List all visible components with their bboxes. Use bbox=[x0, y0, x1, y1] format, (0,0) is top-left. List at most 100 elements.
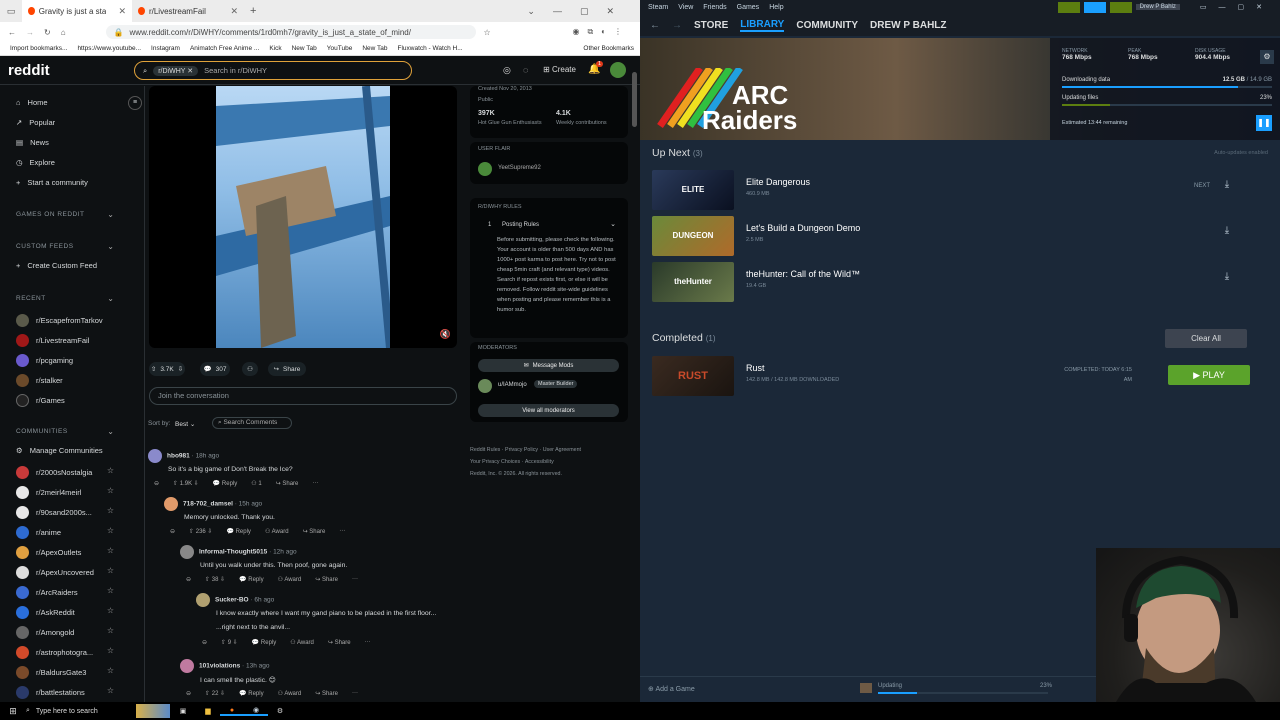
more-options-icon[interactable]: ··· bbox=[339, 528, 345, 535]
favorite-star-icon[interactable]: ☆ bbox=[107, 486, 114, 495]
bookmark-item[interactable]: Import bookmarks... bbox=[10, 45, 67, 52]
footer-link[interactable]: Accessibility bbox=[525, 459, 554, 465]
reply-button[interactable]: 💬 Reply bbox=[239, 576, 263, 583]
sidebar-item-start-community[interactable]: + Start a community bbox=[16, 178, 88, 187]
nav-profile[interactable]: DREW P BAHLZ bbox=[870, 20, 946, 31]
collapse-icon[interactable]: ⊖ bbox=[202, 639, 207, 646]
explorer-icon[interactable]: ▆ bbox=[196, 707, 220, 715]
message-mods-button[interactable]: ✉ Message Mods bbox=[478, 359, 619, 372]
mute-icon[interactable]: 🔇 bbox=[440, 329, 451, 340]
recent-item[interactable]: r/Games bbox=[16, 394, 65, 407]
collapse-icon[interactable]: ⊖ bbox=[154, 480, 159, 487]
tab-livestreamfail[interactable]: r/LivestreamFail ✕ bbox=[132, 0, 244, 22]
more-options-icon[interactable]: ··· bbox=[352, 690, 358, 697]
video-player[interactable]: 🔇 bbox=[149, 86, 457, 348]
games-header[interactable]: GAMES ON REDDIT bbox=[16, 211, 85, 218]
award-button[interactable]: ⚇ Award bbox=[278, 576, 302, 583]
favorite-star-icon[interactable]: ☆ bbox=[107, 606, 114, 615]
favorite-star-icon[interactable]: ☆ bbox=[107, 506, 114, 515]
award-button[interactable]: ⚇ Award bbox=[265, 528, 289, 535]
manage-communities[interactable]: ⚙ Manage Communities bbox=[16, 446, 103, 455]
menu-item[interactable]: Games bbox=[737, 4, 760, 11]
bookmark-item[interactable]: YouTube bbox=[327, 45, 353, 52]
bookmark-item[interactable]: Other Bookmarks bbox=[583, 45, 634, 52]
nav-library[interactable]: LIBRARY bbox=[740, 19, 785, 32]
footer-link[interactable]: User Agreement bbox=[543, 447, 581, 453]
menu-item[interactable]: Steam bbox=[648, 4, 668, 11]
share-button[interactable]: ↪ Share bbox=[315, 576, 338, 583]
chevron-down-icon[interactable]: ⌄ bbox=[107, 242, 114, 251]
avatar[interactable] bbox=[610, 62, 626, 78]
window-controls[interactable]: ⌄—▢✕ bbox=[527, 6, 632, 17]
bookmark-item[interactable]: Instagram bbox=[151, 45, 180, 52]
recent-header[interactable]: RECENT bbox=[16, 295, 46, 302]
community-item[interactable]: r/BaldursGate3 bbox=[16, 666, 86, 679]
community-item[interactable]: r/AskReddit bbox=[16, 606, 75, 619]
search-chip[interactable]: r/DiWHY ✕ bbox=[153, 65, 199, 76]
footer-status[interactable]: Updating bbox=[878, 683, 902, 689]
vote-button[interactable]: ⇧ 22 ⇩ bbox=[205, 690, 225, 697]
vote-button[interactable]: ⇧ 1.9K ⇩ bbox=[173, 480, 199, 487]
community-item[interactable]: r/ArcRaiders bbox=[16, 586, 78, 599]
favorite-star-icon[interactable]: ☆ bbox=[107, 666, 114, 675]
avatar[interactable] bbox=[164, 497, 178, 511]
download-icon[interactable]: ⤓ bbox=[1218, 268, 1236, 286]
taskbar-widget-icon[interactable] bbox=[136, 704, 170, 718]
completed-item[interactable]: RUST Rust 142.8 MB / 142.8 MB DOWNLOADED… bbox=[652, 356, 1250, 396]
notifications-icon[interactable] bbox=[1109, 1, 1132, 13]
more-options-icon[interactable]: ··· bbox=[365, 639, 371, 646]
share-button[interactable]: ↪ Share bbox=[315, 690, 338, 697]
favorite-star-icon[interactable]: ☆ bbox=[107, 546, 114, 555]
favorite-star-icon[interactable]: ☆ bbox=[107, 586, 114, 595]
menu-item[interactable]: Friends bbox=[703, 4, 726, 11]
broadcast-icon[interactable] bbox=[1083, 1, 1106, 13]
steam-user[interactable]: Drew P Bahlz bbox=[1135, 4, 1180, 10]
close-tab-icon[interactable]: ✕ bbox=[230, 6, 238, 17]
download-icon[interactable]: ⤓ bbox=[1218, 176, 1236, 194]
nav-store[interactable]: STORE bbox=[694, 20, 728, 31]
vote-button[interactable]: ⇧ 236 ⇩ bbox=[189, 528, 212, 535]
award-button[interactable]: ⚇ Award bbox=[290, 639, 314, 646]
address-input[interactable]: 🔒 www.reddit.com/r/DiWHY/comments/1rd0mh… bbox=[105, 25, 476, 39]
favorite-star-icon[interactable]: ☆ bbox=[107, 566, 114, 575]
sidebar-item-popular[interactable]: ↗ Popular bbox=[16, 118, 55, 127]
back-icon[interactable]: ← bbox=[650, 20, 660, 31]
settings-icon[interactable]: ⚙ bbox=[268, 707, 292, 715]
reply-button[interactable]: 💬 Reply bbox=[213, 480, 237, 487]
footer-link[interactable]: Privacy Policy bbox=[505, 447, 538, 453]
comment-author[interactable]: 101violations bbox=[199, 663, 240, 670]
taskbar-search[interactable]: ⌕ Type here to search bbox=[26, 707, 136, 715]
collapse-icon[interactable]: ⊖ bbox=[170, 528, 175, 535]
menu-item[interactable]: View bbox=[678, 4, 693, 11]
bookmark-item[interactable]: New Tab bbox=[362, 45, 387, 52]
more-options-icon[interactable]: ··· bbox=[352, 576, 358, 583]
bookmark-item[interactable]: Animatch Free Anime ... bbox=[190, 45, 259, 52]
share-button[interactable]: ↪ Share bbox=[303, 528, 326, 535]
sidebar-toggle-icon[interactable]: ▭ bbox=[0, 6, 22, 17]
home-icon[interactable]: ⌂ bbox=[61, 28, 66, 37]
community-item[interactable]: r/Amongold bbox=[16, 626, 74, 639]
collapse-icon[interactable]: ⊖ bbox=[186, 576, 191, 583]
award-button[interactable]: ⚇ 1 bbox=[251, 480, 261, 487]
menu-item[interactable]: Help bbox=[769, 4, 783, 11]
vote-button[interactable]: ⇧ 9 ⇩ bbox=[221, 639, 238, 646]
comment-author[interactable]: Informal-Thought5015 bbox=[199, 549, 267, 556]
share-button[interactable]: ↪ Share bbox=[276, 480, 299, 487]
sidebar-item-explore[interactable]: ◷ Explore bbox=[16, 158, 55, 167]
comments-button[interactable]: 💬 307 bbox=[200, 362, 230, 376]
sidebar-item-news[interactable]: ▤ News bbox=[16, 138, 49, 147]
view-all-mods-button[interactable]: View all moderators bbox=[478, 404, 619, 417]
join-conversation-input[interactable]: Join the conversation bbox=[149, 387, 457, 405]
extensions-icon[interactable]: ◉⧉◐⋮ bbox=[572, 27, 630, 37]
sidebar-item-home[interactable]: ⌂ Home bbox=[16, 98, 48, 107]
avatar[interactable] bbox=[148, 449, 162, 463]
forward-icon[interactable]: → bbox=[672, 20, 682, 31]
back-icon[interactable]: ← bbox=[8, 28, 16, 37]
close-tab-icon[interactable]: ✕ bbox=[118, 6, 126, 17]
collapse-icon[interactable]: ⊖ bbox=[186, 690, 191, 697]
share-button[interactable]: ↪ Share bbox=[268, 362, 306, 376]
recent-item[interactable]: r/stalker bbox=[16, 374, 63, 387]
favorite-star-icon[interactable]: ☆ bbox=[107, 466, 114, 475]
new-tab-icon[interactable]: + bbox=[250, 5, 256, 17]
recent-item[interactable]: r/pcgaming bbox=[16, 354, 73, 367]
